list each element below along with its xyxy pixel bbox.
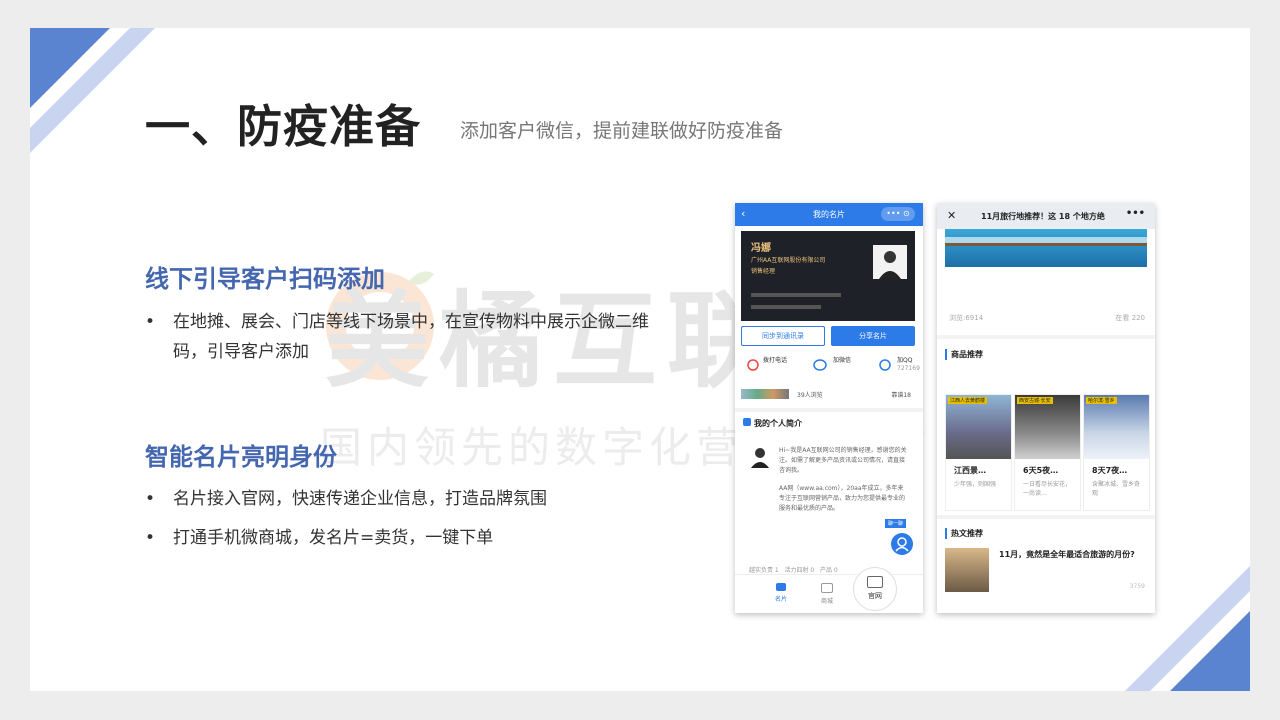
tab-website[interactable]: 官网 (853, 567, 897, 611)
page-title: 一、防疫准备 (145, 100, 422, 153)
visitor-count: 39人浏览 (797, 392, 823, 399)
product-title: 8天7夜… (1092, 466, 1128, 475)
card-company: 广州AA互联网股份有限公司 销售经理 (751, 255, 825, 277)
blurred-email-line (751, 305, 821, 309)
intro-text: Hi~我是AA互联网公司的销售经理，感谢您的关注。如需了解更多产品资讯或公司情况… (779, 446, 907, 514)
visitors-row: 39人浏览 靠谱18 (741, 389, 917, 403)
add-wechat-button[interactable]: 加微信 (833, 355, 851, 364)
product-badge: 哈尔滨·雪乡 (1086, 397, 1117, 404)
product-desc: 含聚冰城、雪乡奇观 (1092, 481, 1141, 497)
qq-number: 727169 (897, 365, 920, 372)
intro-paragraph: Hi~我是AA互联网公司的销售经理，感谢您的关注。如需了解更多产品资讯或公司情况… (779, 447, 907, 474)
phone-screenshot-article: ✕ 11月旅行地推荐！这 18 个地方绝 ••• 浏览:6914 在看 220 … (937, 203, 1155, 613)
bullet-dot: • (145, 312, 156, 332)
product-badge: 江西人去黄鹤楼 (948, 397, 988, 404)
product-image: 西安古城·长安 (1015, 395, 1080, 459)
divider (735, 408, 923, 412)
product-title: 江西景… (954, 466, 986, 475)
product-badge: 西安古城·长安 (1017, 397, 1053, 404)
tab-card[interactable]: 名片 (775, 583, 787, 603)
card-company-name: 广州AA互联网股份有限公司 (751, 257, 826, 264)
article-title: 11月旅行地推荐！这 18 个地方绝 (981, 212, 1105, 221)
close-icon[interactable]: ✕ (947, 209, 956, 222)
section-heading-offline: 线下引导客户扫码添加 (145, 265, 385, 293)
add-qq-button[interactable]: 加QQ (897, 355, 912, 364)
capsule-menu[interactable]: ••• ⊙ (881, 207, 915, 221)
qq-icon (879, 359, 891, 371)
call-button[interactable]: 拨打电话 (763, 355, 787, 364)
list-item: • 打通手机微商城，发名片=卖货，一键下单 (145, 523, 655, 553)
tab-mall[interactable]: 商城 (821, 583, 833, 605)
bullet-text: 打通手机微商城，发名片=卖货，一键下单 (173, 528, 494, 548)
product-card[interactable]: 哈尔滨·雪乡 8天7夜… 含聚冰城、雪乡奇观 (1083, 394, 1150, 511)
article-stats: 浏览:6914 在看 220 (949, 313, 1145, 323)
articles-heading: 热文推荐 (945, 528, 983, 539)
blurred-phone-line (751, 293, 841, 297)
tab-mall-label: 商城 (821, 598, 834, 605)
business-card: 冯娜 广州AA互联网股份有限公司 销售经理 (741, 231, 915, 321)
contact-actions: 拨打电话 加微信 加QQ 727169 (741, 353, 920, 381)
article-thumbnail[interactable] (945, 548, 989, 592)
bullet-text: 名片接入官网，快速传递企业信息，打造品牌氛围 (173, 489, 547, 509)
tab-card-label: 名片 (775, 596, 788, 603)
profile-icon (743, 418, 751, 426)
slide: 美橘互联 国内领先的数字化营销服务商 一、防疫准备 添加客户微信，提前建联做好防… (30, 28, 1250, 691)
monitor-icon (867, 576, 883, 588)
more-icon[interactable]: ••• (1126, 208, 1145, 219)
product-title: 6天5夜… (1023, 466, 1059, 475)
product-image: 江西人去黄鹤楼 (946, 395, 1011, 459)
bullet-dot: • (145, 489, 156, 509)
section-heading-card: 智能名片亮明身份 (145, 443, 337, 471)
bullet-dot: • (145, 528, 156, 548)
tag[interactable]: 活力四射 0 (784, 567, 814, 574)
tag-row: 越实负责 1 活力四射 0 产品 0 (749, 565, 919, 574)
phone-screenshot-business-card: ‹ 我的名片 ••• ⊙ 冯娜 广州AA互联网股份有限公司 销售经理 同步到通讯… (735, 203, 923, 613)
tab-website-label: 官网 (868, 592, 882, 600)
intro-paragraph: AA网（www.aa.com），20aa年成立，多年来专注于互联网营销产品，致力… (779, 485, 906, 512)
phone-icon (747, 359, 759, 371)
avatar (873, 245, 907, 279)
product-desc: 少年强，则国强 (954, 481, 997, 488)
shop-icon (821, 583, 833, 593)
divider (937, 335, 1155, 339)
phone-nav-bar: ‹ 我的名片 ••• ⊙ (735, 203, 923, 226)
card-actions: 同步到通讯录 分享名片 (741, 326, 917, 346)
chat-button[interactable]: 聊一聊 (885, 519, 907, 528)
like-count[interactable]: 靠谱18 (891, 390, 911, 399)
card-name: 冯娜 (751, 243, 771, 254)
product-card[interactable]: 江西人去黄鹤楼 江西景… 少年强，则国强 (945, 394, 1012, 511)
list-item: • 名片接入官网，快速传递企业信息，打造品牌氛围 (145, 484, 655, 514)
article-link-title[interactable]: 11月，竟然是全年最适合旅游的月份? (999, 548, 1149, 561)
tag[interactable]: 越实负责 1 (749, 567, 779, 574)
watching-count[interactable]: 在看 220 (1115, 313, 1145, 323)
visitor-avatars (741, 389, 789, 399)
page-subtitle: 添加客户微信，提前建联做好防疫准备 (460, 120, 784, 142)
corner-decoration-top-left (30, 28, 155, 153)
card-role: 销售经理 (751, 268, 776, 275)
view-count: 浏览:6914 (949, 314, 984, 322)
article-view-count: 3759 (1129, 583, 1145, 590)
product-desc: 一日看尽长安花，一尚读… (1023, 481, 1072, 497)
article-nav-bar: ✕ 11月旅行地推荐！这 18 个地方绝 ••• (937, 203, 1155, 229)
product-card[interactable]: 西安古城·长安 6天5夜… 一日看尽长安花，一尚读… (1014, 394, 1081, 511)
product-image: 哈尔滨·雪乡 (1084, 395, 1149, 459)
bullet-text: 在地摊、展会、门店等线下场景中，在宣传物料中展示企微二维码，引导客户添加 (173, 312, 649, 362)
card-icon (776, 583, 786, 591)
list-item: • 在地摊、展会、门店等线下场景中，在宣传物料中展示企微二维码，引导客户添加 (145, 307, 655, 367)
intro-title: 我的个人简介 (754, 419, 802, 428)
products-heading: 商品推荐 (945, 349, 983, 360)
contact-fab-button[interactable] (891, 533, 913, 555)
intro-avatar (751, 448, 769, 468)
article-banner-image (945, 229, 1147, 267)
wechat-icon (813, 359, 827, 371)
tag[interactable]: 产品 0 (820, 567, 838, 574)
intro-heading: 我的个人简介 (743, 418, 802, 429)
sync-contacts-button[interactable]: 同步到通讯录 (741, 326, 825, 346)
divider (937, 515, 1155, 519)
share-card-button[interactable]: 分享名片 (831, 326, 915, 346)
